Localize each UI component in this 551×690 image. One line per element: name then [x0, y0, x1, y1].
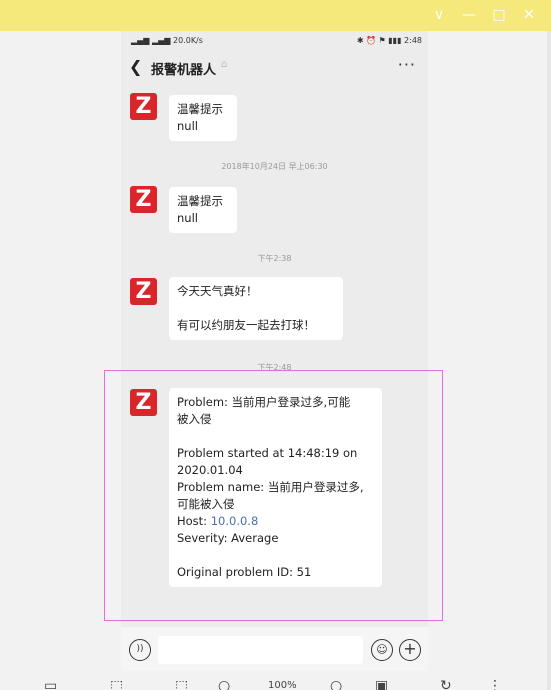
more-icon[interactable]: ⋮	[488, 678, 502, 690]
viewer-scrollbar[interactable]	[547, 31, 551, 690]
message-bubble[interactable]: 温馨提示 null	[169, 95, 237, 141]
message-line: 温馨提示	[177, 102, 223, 116]
voice-icon[interactable]: ))	[129, 639, 151, 661]
status-bar: ▂▄▆ ▂▄▆ 20.0K/s ✱ ⏰ ⚑ ▮▮▮ 2:48	[121, 31, 428, 51]
chat-title: 报警机器人	[151, 63, 217, 78]
close-button[interactable]: ✕	[520, 6, 538, 24]
crop-icon[interactable]: ⬚	[175, 678, 188, 690]
rotate-icon[interactable]: ↻	[440, 678, 452, 690]
message-line: 温馨提示	[177, 194, 223, 208]
dropdown-icon[interactable]: ∨	[430, 6, 448, 24]
emoji-icon[interactable]: ☺	[371, 639, 393, 661]
zoom-level: 100%	[268, 680, 297, 690]
plus-icon[interactable]: +	[399, 639, 421, 661]
window-titlebar: ∨ — □ ✕	[0, 0, 551, 31]
message-bubble[interactable]: 今天天气真好！ 有可以约朋友一起去打球！	[169, 277, 343, 340]
save-icon[interactable]: ▣	[375, 678, 388, 690]
chat-header: ❮ 报警机器人 ⌂ ···	[121, 51, 428, 85]
message-input[interactable]	[158, 636, 363, 664]
back-arrow-icon[interactable]: ❮	[129, 57, 142, 76]
message-line: 有可以约朋友一起去打球！	[177, 318, 315, 332]
fit-screen-icon[interactable]: ▭	[44, 678, 57, 690]
signal-status: ▂▄▆ ▂▄▆ 20.0K/s	[131, 36, 203, 45]
timestamp: 2018年10月24日 早上06:30	[221, 162, 328, 171]
viewer-toolbar: ▭ ⬚ ⬚ ○ 100% ○ ▣ ↻ ⋮	[0, 675, 551, 690]
message-line: 今天天气真好！	[177, 284, 258, 298]
bot-avatar[interactable]: Z	[130, 93, 157, 120]
message-line: null	[177, 211, 198, 225]
message-line: null	[177, 119, 198, 133]
timestamp: 下午2:38	[257, 254, 292, 263]
maximize-button[interactable]: □	[490, 6, 508, 24]
input-bar: )) ☺ +	[121, 627, 428, 671]
bot-avatar[interactable]: Z	[130, 278, 157, 305]
selection-highlight	[104, 370, 443, 621]
mute-icon: ⌂	[221, 59, 228, 70]
zoom-out-icon[interactable]: ○	[218, 678, 230, 690]
minimize-button[interactable]: —	[460, 6, 478, 24]
message-bubble[interactable]: 温馨提示 null	[169, 187, 237, 233]
actual-size-icon[interactable]: ⬚	[110, 678, 123, 690]
more-options-icon[interactable]: ···	[398, 55, 416, 74]
message-line	[177, 300, 335, 317]
bot-avatar[interactable]: Z	[130, 186, 157, 213]
status-icons: ✱ ⏰ ⚑ ▮▮▮ 2:48	[356, 36, 422, 45]
zoom-in-icon[interactable]: ○	[330, 678, 342, 690]
